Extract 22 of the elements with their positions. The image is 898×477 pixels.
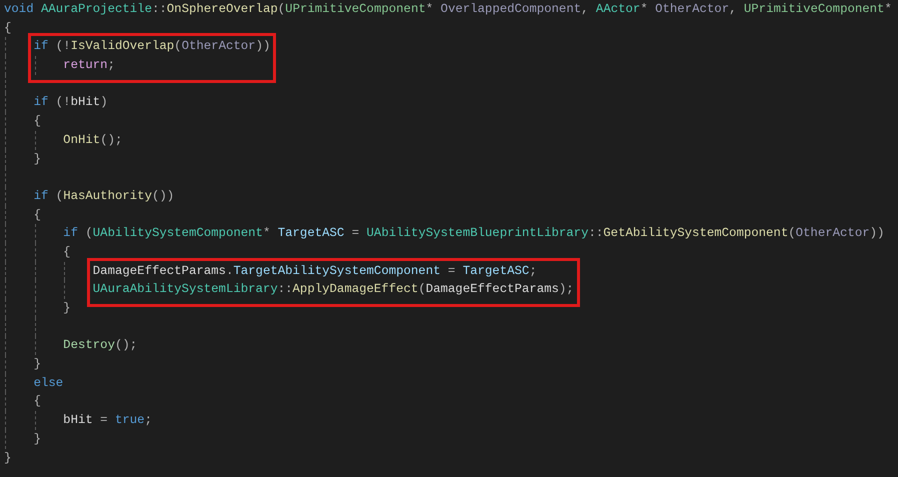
code-line: } (32, 357, 41, 372)
code-line: if (!bHit) (32, 95, 108, 110)
code-line: else (32, 376, 64, 390)
code-line: if (HasAuthority()) (32, 188, 174, 203)
code-line: { (32, 208, 41, 222)
code-line: bHit = true; (62, 413, 152, 428)
code-line: } (62, 301, 71, 315)
code-line: } (4, 450, 12, 464)
code-line: } (32, 432, 41, 446)
code-line: return; (62, 58, 115, 72)
code-line: Destroy(); (62, 338, 138, 352)
code-line: { (32, 394, 41, 408)
code-line: if (UAbilitySystemComponent* TargetASC = UAbilitySystemBlueprintLibrary::GetAbilitySystemComponent(OtherActor)) (62, 226, 884, 240)
code-line: void AAuraProjectile::OnSphereOverlap(UPrimitiveComponent* OverlappedComponent, AActor* OtherActor, UPrimitiveComponent* (4, 2, 892, 16)
code-line: { (32, 114, 41, 128)
code-line: { (4, 20, 12, 35)
code-line: if (!IsValidOverlap(OtherActor)) (32, 39, 270, 54)
code-line: } (32, 152, 41, 166)
code-line: UAuraAbilitySystemLibrary::ApplyDamageEffect(DamageEffectParams); (92, 282, 574, 296)
code-line: DamageEffectParams.TargetAbilitySystemComponent = TargetASC; (92, 264, 537, 278)
code-line: { (62, 244, 71, 259)
code-line: OnHit(); (62, 132, 122, 147)
